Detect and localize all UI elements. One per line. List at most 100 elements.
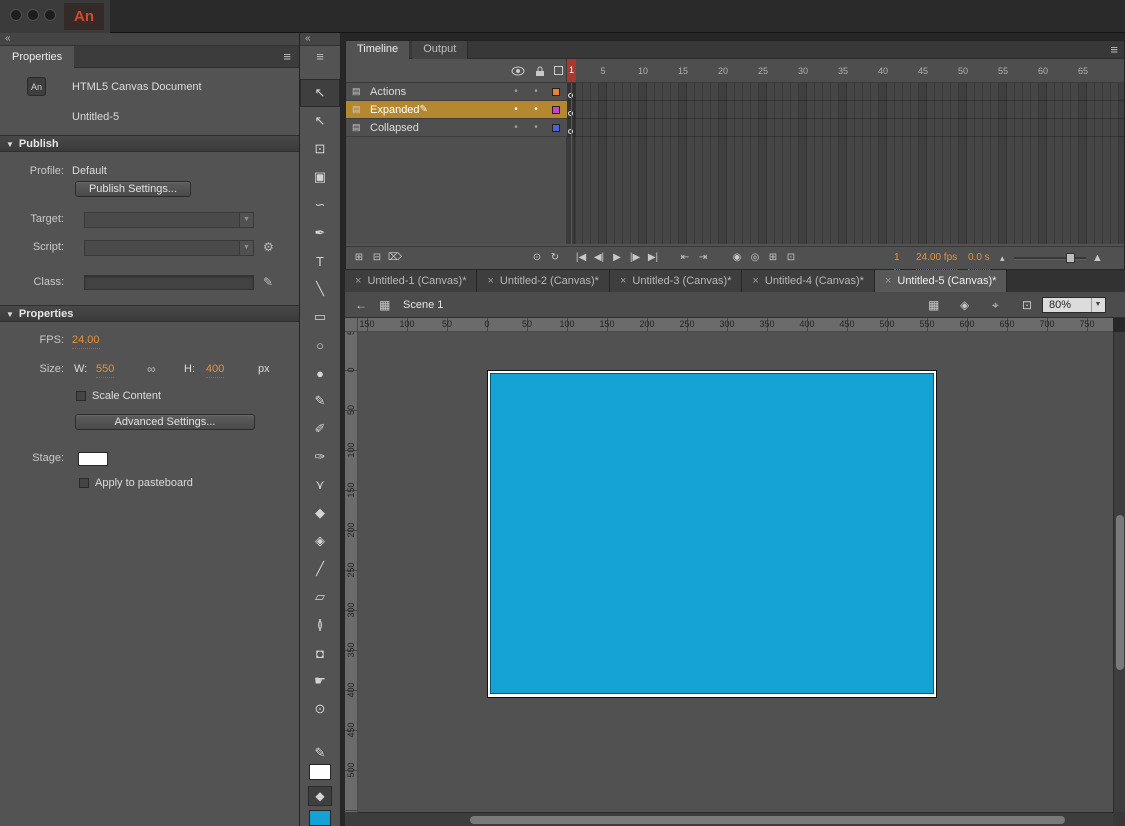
document-tab[interactable]: ×Untitled-5 (Canvas)* [875, 270, 1007, 292]
horizontal-scrollbar-thumb[interactable] [470, 816, 1065, 824]
timeline-zoom-out-icon[interactable]: ▴ [1000, 247, 1005, 269]
layer-outline-color-swatch[interactable] [552, 124, 560, 132]
delete-layer-button[interactable]: ⌦ [387, 247, 403, 269]
tools-menu-icon[interactable]: ≡ [300, 46, 340, 66]
brush-tool[interactable]: ✐ [300, 415, 340, 443]
layer-lock-dot[interactable]: • [526, 104, 546, 115]
stage-color-swatch[interactable] [78, 452, 108, 466]
new-layer-button[interactable]: ⊞ [351, 247, 367, 269]
pencil-tool[interactable]: ✎ [300, 387, 340, 415]
stroke-color-pencil-icon[interactable]: ✎ [300, 745, 340, 761]
class-input[interactable] [84, 275, 254, 290]
bone-tool[interactable]: ⋎ [300, 471, 340, 499]
width-tool[interactable]: ≬ [300, 611, 340, 639]
paint-bucket-tool[interactable]: ◆ [300, 499, 340, 527]
layer-lock-dot[interactable]: • [526, 86, 546, 97]
close-tab-icon[interactable]: × [620, 275, 626, 287]
go-to-last-frame-button[interactable]: ▶| [645, 247, 661, 269]
free-transform-tool[interactable]: ⊡ [300, 135, 340, 163]
tab-timeline[interactable]: Timeline [346, 41, 409, 59]
class-edit-pencil-icon[interactable]: ✎ [263, 275, 273, 290]
height-value[interactable]: 400 [206, 362, 224, 378]
advanced-settings-button[interactable]: Advanced Settings... [75, 414, 255, 430]
center-stage-button[interactable]: ⌖ [992, 292, 999, 318]
layer-row-expanded[interactable]: ▤Expanded✎•• [346, 101, 567, 119]
close-tab-icon[interactable]: × [752, 275, 758, 287]
document-tab[interactable]: ×Untitled-2 (Canvas)* [477, 270, 609, 292]
rectangle-tool[interactable]: ▭ [300, 303, 340, 331]
target-dropdown[interactable]: ▼ [84, 212, 254, 228]
frame-rate-value[interactable]: 24.00 fps [916, 247, 957, 270]
stage-object[interactable] [490, 373, 934, 694]
collapse-panel-icon[interactable]: « [5, 33, 11, 44]
show-hide-all-layers-eye-icon[interactable] [511, 66, 525, 79]
tab-output[interactable]: Output [412, 41, 468, 59]
horizontal-scrollbar[interactable] [358, 812, 1113, 826]
timeline-zoom-in-icon[interactable]: ▲ [1092, 247, 1103, 269]
playhead-line[interactable] [571, 83, 572, 244]
step-back-button[interactable]: ◀| [591, 247, 607, 269]
tools-collapse-strip[interactable]: « [300, 33, 340, 46]
hand-tool[interactable]: ☛ [300, 667, 340, 695]
layer-row-collapsed[interactable]: ▤Collapsed•• [346, 119, 567, 137]
timeline-zoom-knob[interactable] [1066, 253, 1075, 263]
onion-skin-outlines-button[interactable]: ◎ [747, 247, 763, 269]
gradient-transform-tool[interactable]: ▣ [300, 163, 340, 191]
elapsed-time-value[interactable]: 0.0 s [968, 247, 990, 270]
panel-menu-icon[interactable]: ≡ [283, 46, 291, 68]
panel-collapse-strip[interactable]: « [0, 33, 299, 46]
fps-value[interactable]: 24.00 [72, 333, 100, 349]
remove-frames-button[interactable]: ⇤ [677, 247, 693, 269]
close-tab-icon[interactable]: × [885, 275, 891, 287]
canvas-pasteboard[interactable] [358, 332, 1113, 812]
pen-tool[interactable]: ✒ [300, 219, 340, 247]
layer-frames-row[interactable] [567, 119, 1124, 137]
link-dimensions-icon[interactable]: ∞ [147, 362, 156, 377]
properties-section-header[interactable]: ▼Properties [0, 305, 299, 322]
step-forward-button[interactable]: |▶ [627, 247, 643, 269]
chevron-down-icon[interactable]: ▼ [1091, 298, 1104, 312]
layer-visibility-dot[interactable]: • [506, 122, 526, 133]
line-tool[interactable]: ╲ [300, 275, 340, 303]
vertical-scrollbar[interactable] [1113, 332, 1125, 812]
layer-outline-color-swatch[interactable] [552, 88, 560, 96]
paint-brush-tool[interactable]: ✑ [300, 443, 340, 471]
ink-bottle-tool[interactable]: ◈ [300, 527, 340, 555]
insert-frames-button[interactable]: ⇥ [695, 247, 711, 269]
chevron-down-icon[interactable]: ▼ [239, 213, 253, 227]
eraser-tool[interactable]: ▱ [300, 583, 340, 611]
collapse-panel-icon[interactable]: « [305, 33, 311, 44]
modify-markers-button[interactable]: ⊡ [783, 247, 799, 269]
stage[interactable] [487, 370, 937, 698]
show-all-layers-as-outlines-icon[interactable] [554, 66, 563, 75]
chevron-down-icon[interactable]: ▼ [239, 241, 253, 255]
eyedropper-tool[interactable]: ╱ [300, 555, 340, 583]
back-arrow-icon[interactable]: ← [355, 292, 367, 318]
zoom-level-select[interactable]: 80% ▼ [1042, 297, 1106, 313]
center-frame-button[interactable]: ⊙ [529, 247, 545, 269]
scale-content-checkbox[interactable] [76, 391, 86, 401]
selection-tool[interactable]: ↖ [300, 79, 340, 107]
edit-symbols-button[interactable]: ◈ [960, 292, 969, 318]
width-value[interactable]: 550 [96, 362, 114, 378]
subselection-tool[interactable]: ↖ [300, 107, 340, 135]
timeline-menu-icon[interactable]: ≡ [1110, 39, 1118, 61]
vertical-scrollbar-thumb[interactable] [1116, 515, 1124, 670]
layer-visibility-dot[interactable]: • [506, 86, 526, 97]
window-zoom-button[interactable] [44, 9, 56, 21]
layer-visibility-dot[interactable]: • [506, 104, 526, 115]
scene-name-label[interactable]: Scene 1 [403, 292, 443, 318]
window-minimize-button[interactable] [27, 9, 39, 21]
lock-unlock-all-layers-icon[interactable] [535, 66, 545, 80]
onion-skin-button[interactable]: ◉ [729, 247, 745, 269]
text-tool[interactable]: T [300, 247, 340, 275]
script-dropdown[interactable]: ▼ [84, 240, 254, 256]
tab-properties[interactable]: Properties [0, 46, 74, 68]
zoom-tool[interactable]: ⊙ [300, 695, 340, 723]
script-settings-wrench-icon[interactable]: ⚙ [263, 240, 274, 255]
publish-section-header[interactable]: ▼Publish [0, 135, 299, 152]
loop-button[interactable]: ↻ [547, 247, 563, 269]
fill-color-bucket-icon[interactable]: ◆ [308, 786, 332, 806]
play-button[interactable]: ▶ [609, 247, 625, 269]
layer-outline-color-swatch[interactable] [552, 106, 560, 114]
